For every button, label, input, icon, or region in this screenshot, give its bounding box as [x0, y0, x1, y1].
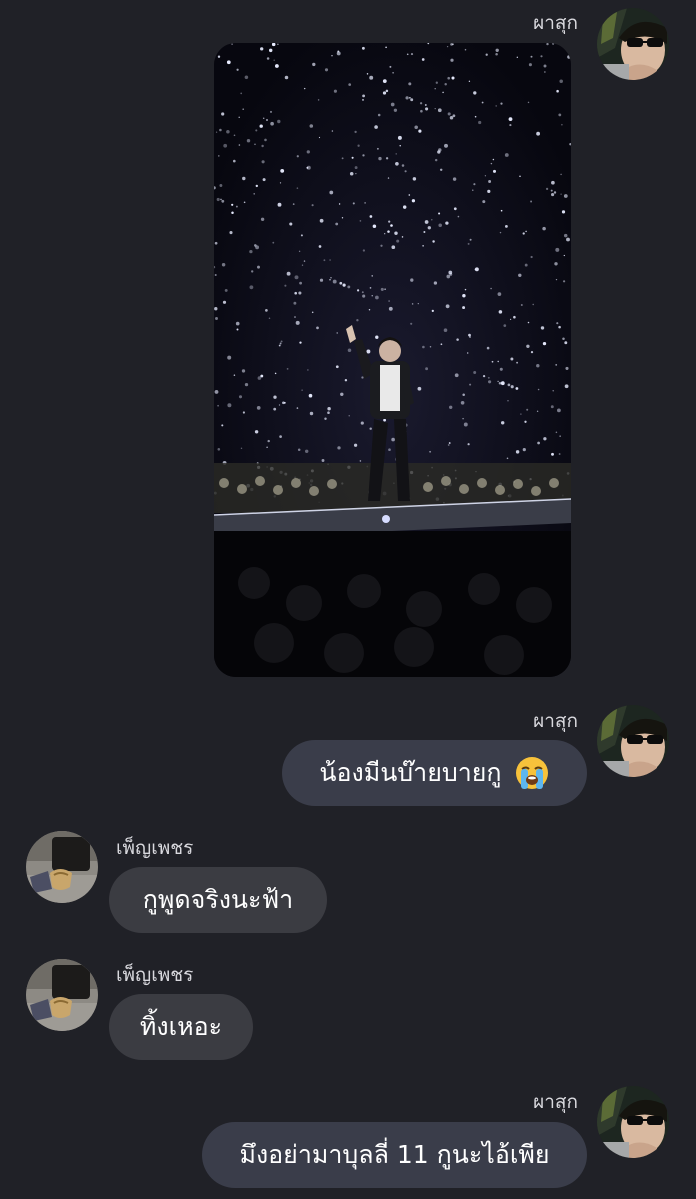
loudly-crying-face-icon	[514, 755, 550, 791]
sender-name: ผาสุก	[533, 1091, 578, 1113]
message-text: กูพูดจริงนะฟ้า	[142, 885, 294, 914]
sender-name: เพ็ญเพชร	[116, 837, 194, 859]
message-bubble[interactable]: ทิ้งเหอะ	[109, 994, 253, 1060]
message-text: ทิ้งเหอะ	[139, 1012, 223, 1041]
sender-name: ผาสุก	[533, 710, 578, 732]
message-photo[interactable]	[214, 43, 571, 677]
message-bubble[interactable]: มึงอย่ามาบุลลี่ 11 กูนะไอ้เพีย	[202, 1122, 587, 1188]
avatar[interactable]	[597, 705, 669, 777]
chat-thread: ผาสุก ผาสุก น้องมีนบ๊ายบายกู เพ็ญเพชร กู…	[0, 0, 696, 1199]
message-text: น้องมีนบ๊ายบายกู	[319, 758, 502, 787]
sender-name: ผาสุก	[533, 12, 578, 34]
sender-name: เพ็ญเพชร	[116, 964, 194, 986]
message-bubble[interactable]: น้องมีนบ๊ายบายกู	[282, 740, 587, 806]
message-text: มึงอย่ามาบุลลี่ 11 กูนะไอ้เพีย	[239, 1140, 550, 1169]
avatar[interactable]	[597, 8, 669, 80]
avatar[interactable]	[597, 1086, 669, 1158]
avatar[interactable]	[26, 831, 98, 903]
message-bubble[interactable]: กูพูดจริงนะฟ้า	[109, 867, 327, 933]
avatar[interactable]	[26, 959, 98, 1031]
